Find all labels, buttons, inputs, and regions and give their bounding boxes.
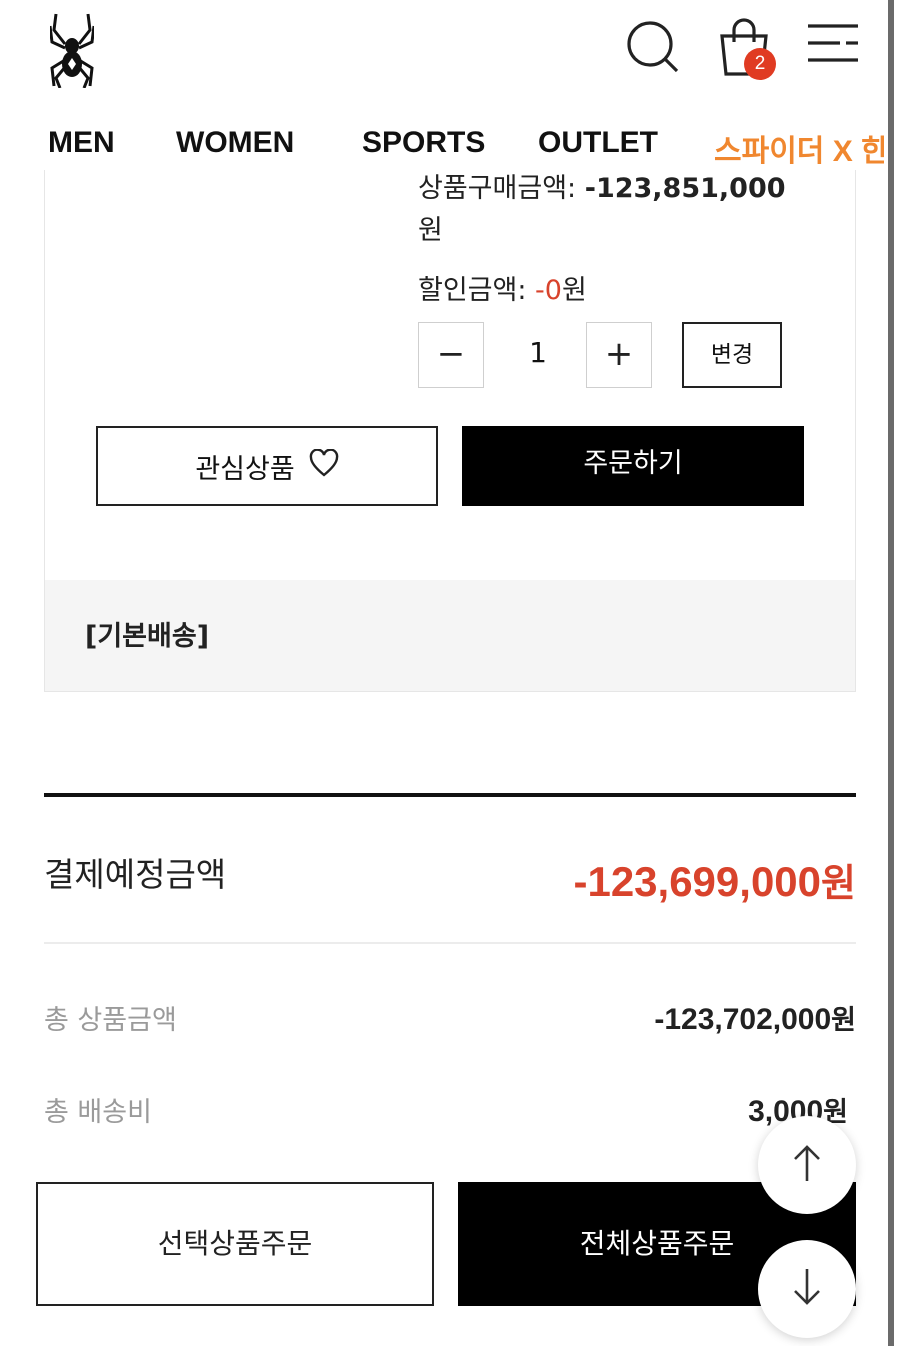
discount-unit: 원 [561, 275, 587, 306]
purchase-amount-line: 상품구매금액: -123,851,000 [418, 166, 786, 205]
wishlist-label: 관심상품 [195, 453, 295, 485]
nav-item-sports[interactable]: SPORTS [362, 126, 485, 160]
nav-item-collab[interactable]: 스파이더 X 한 [714, 126, 884, 170]
quantity-increase-button[interactable]: + [586, 322, 652, 388]
search-icon[interactable] [624, 18, 680, 74]
purchase-amount-value: -123,851,000 [584, 173, 786, 204]
payment-amount-unit: 원 [821, 861, 856, 905]
nav-item-women[interactable]: WOMEN [176, 126, 294, 160]
discount-value: -0 [535, 275, 562, 306]
scroll-top-button[interactable] [758, 1116, 856, 1214]
wishlist-button[interactable]: 관심상품 [96, 426, 438, 506]
nav-item-men[interactable]: MEN [48, 126, 115, 160]
menu-icon[interactable] [806, 18, 860, 68]
arrow-down-icon [789, 1267, 825, 1311]
order-selected-button[interactable]: 선택상품주문 [36, 1182, 434, 1306]
summary-divider [44, 793, 856, 797]
total-products-value: -123,702,000원 [654, 998, 856, 1037]
payment-amount-label: 결제예정금액 [44, 855, 227, 894]
payment-amount-value: -123,699,000원 [573, 852, 856, 907]
nav-item-outlet[interactable]: OUTLET [538, 126, 658, 160]
order-button[interactable]: 주문하기 [462, 426, 804, 506]
quantity-change-button[interactable]: 변경 [682, 322, 782, 388]
quantity-decrease-button[interactable]: − [418, 322, 484, 388]
total-products-unit: 원 [831, 1005, 856, 1036]
shipping-type-label: [기본배송] [85, 621, 210, 652]
purchase-amount-unit: 원 [418, 215, 443, 246]
summary-subdivider [44, 942, 856, 944]
page-scrollbar[interactable] [888, 0, 900, 1346]
purchase-amount-label: 상품구매금액: [418, 173, 585, 204]
spider-logo-icon[interactable] [48, 12, 96, 89]
total-shipping-label: 총 배송비 [44, 1097, 152, 1128]
payment-amount-number: -123,699,000 [573, 858, 822, 905]
total-products-number: -123,702,000 [654, 1003, 832, 1036]
cart-count-badge: 2 [744, 48, 776, 80]
discount-label: 할인금액: [418, 275, 536, 306]
discount-line: 할인금액: -0원 [418, 268, 587, 307]
scroll-bottom-button[interactable] [758, 1240, 856, 1338]
total-products-label: 총 상품금액 [44, 1005, 177, 1036]
heart-icon [309, 447, 339, 484]
shipping-type-strip: [기본배송] [44, 580, 856, 692]
arrow-up-icon [789, 1143, 825, 1187]
quantity-value[interactable]: 1 [520, 336, 556, 369]
